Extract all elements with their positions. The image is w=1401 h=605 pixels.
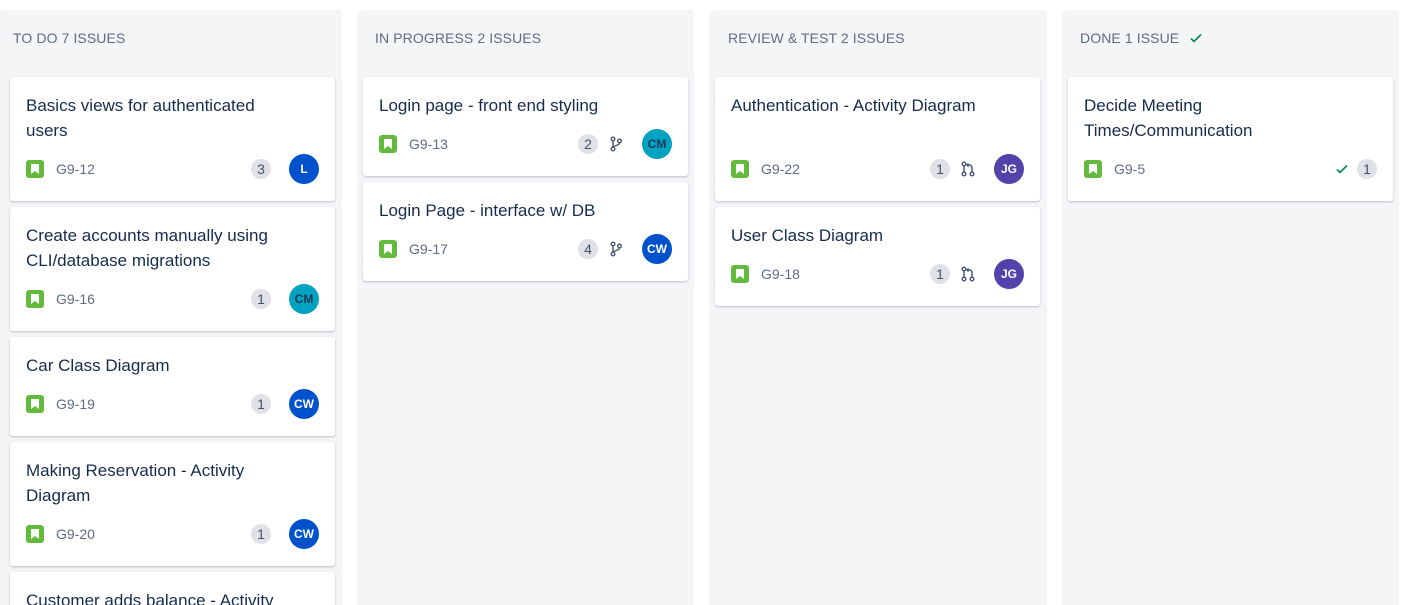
story-icon — [731, 265, 749, 283]
issue-card[interactable]: Car Class Diagram G9-19 1 CW — [10, 337, 335, 436]
issue-card[interactable]: Login Page - interface w/ DB G9-17 4 CW — [363, 182, 688, 281]
issue-card[interactable]: Making Reservation - Activity Diagram G9… — [10, 442, 335, 566]
issue-summary: Basics views for authenticated users — [26, 96, 255, 140]
issue-summary: User Class Diagram — [731, 226, 884, 245]
story-icon — [26, 525, 44, 543]
avatar[interactable]: CM — [289, 284, 319, 314]
card-footer: G9-22 1 JG — [731, 154, 1024, 184]
avatar[interactable]: CW — [642, 234, 672, 264]
card-footer: G9-18 1 JG — [731, 259, 1024, 289]
column-todo: TO DO 7 ISSUES Basics views for authenti… — [0, 10, 342, 605]
card-footer: G9-13 2 CM — [379, 129, 672, 159]
avatar[interactable]: L — [289, 154, 319, 184]
issue-summary: Login page - front end styling — [379, 96, 599, 115]
issue-key[interactable]: G9-5 — [1114, 161, 1145, 177]
issue-summary: Create accounts manually using CLI/datab… — [26, 226, 268, 270]
story-icon — [379, 240, 397, 258]
subtask-count-badge: 1 — [930, 159, 950, 179]
issue-key[interactable]: G9-13 — [409, 136, 448, 152]
column-done: DONE 1 ISSUE Decide Meeting Times/Commun… — [1062, 10, 1399, 605]
issue-key[interactable]: G9-18 — [761, 266, 800, 282]
avatar[interactable]: CW — [289, 389, 319, 419]
subtask-count-badge: 2 — [578, 134, 598, 154]
issue-key[interactable]: G9-12 — [56, 161, 95, 177]
story-icon — [731, 160, 749, 178]
column-title: DONE 1 ISSUE — [1080, 30, 1180, 46]
column-title: REVIEW & TEST 2 ISSUES — [728, 30, 905, 46]
column-title: IN PROGRESS 2 ISSUES — [375, 30, 542, 46]
column-header: REVIEW & TEST 2 ISSUES — [728, 30, 905, 46]
column-header: IN PROGRESS 2 ISSUES — [375, 30, 541, 46]
avatar[interactable]: CM — [642, 129, 672, 159]
issue-key[interactable]: G9-16 — [56, 291, 95, 307]
column-title: TO DO 7 ISSUES — [13, 30, 126, 46]
subtask-count-badge: 1 — [251, 524, 271, 544]
issue-key[interactable]: G9-20 — [56, 526, 95, 542]
avatar[interactable]: JG — [994, 259, 1024, 289]
card-footer: G9-19 1 CW — [26, 389, 319, 419]
subtask-count-badge: 4 — [578, 239, 598, 259]
check-icon — [1189, 31, 1203, 45]
issue-summary: Authentication - Activity Diagram — [731, 96, 976, 115]
avatar[interactable]: JG — [994, 154, 1024, 184]
story-icon — [26, 290, 44, 308]
avatar[interactable]: CW — [289, 519, 319, 549]
branch-icon — [608, 136, 624, 152]
story-icon — [379, 135, 397, 153]
subtask-count-badge: 1 — [930, 264, 950, 284]
issue-card[interactable]: Basics views for authenticated users G9-… — [10, 77, 335, 201]
card-footer: G9-17 4 CW — [379, 234, 672, 264]
issue-key[interactable]: G9-22 — [761, 161, 800, 177]
subtask-count-badge: 1 — [251, 289, 271, 309]
subtask-count-badge: 3 — [251, 159, 271, 179]
issue-card[interactable]: Decide Meeting Times/Communication G9-5 … — [1068, 77, 1393, 201]
column-in-progress: IN PROGRESS 2 ISSUES Login page - front … — [357, 10, 694, 605]
subtask-count-badge: 1 — [1357, 159, 1377, 179]
issue-summary: Making Reservation - Activity Diagram — [26, 461, 245, 505]
issue-summary: Decide Meeting Times/Communication — [1084, 96, 1253, 140]
kanban-board: TO DO 7 ISSUES Basics views for authenti… — [0, 0, 1401, 605]
issue-card[interactable]: Authentication - Activity Diagram G9-22 … — [715, 77, 1040, 201]
column-review-test: REVIEW & TEST 2 ISSUES Authentication - … — [709, 10, 1047, 605]
card-footer: G9-20 1 CW — [26, 519, 319, 549]
branch-icon — [608, 241, 624, 257]
pull-request-icon — [960, 266, 976, 282]
check-icon — [1335, 162, 1349, 176]
story-icon — [26, 160, 44, 178]
issue-summary: Login Page - interface w/ DB — [379, 201, 596, 220]
issue-summary: Car Class Diagram — [26, 356, 170, 375]
issue-card[interactable]: Customer adds balance - Activity — [10, 572, 335, 605]
column-header: DONE 1 ISSUE — [1080, 30, 1203, 46]
issue-card[interactable]: Login page - front end styling G9-13 2 C… — [363, 77, 688, 176]
subtask-count-badge: 1 — [251, 394, 271, 414]
issue-key[interactable]: G9-19 — [56, 396, 95, 412]
pull-request-icon — [960, 161, 976, 177]
card-footer: G9-12 3 L — [26, 154, 319, 184]
issue-card[interactable]: User Class Diagram G9-18 1 JG — [715, 207, 1040, 306]
card-footer: G9-16 1 CM — [26, 284, 319, 314]
story-icon — [1084, 160, 1102, 178]
column-header: TO DO 7 ISSUES — [13, 30, 125, 46]
issue-summary: Customer adds balance - Activity — [26, 591, 274, 605]
card-footer: G9-5 1 — [1084, 154, 1377, 184]
story-icon — [26, 395, 44, 413]
issue-card[interactable]: Create accounts manually using CLI/datab… — [10, 207, 335, 331]
issue-key[interactable]: G9-17 — [409, 241, 448, 257]
